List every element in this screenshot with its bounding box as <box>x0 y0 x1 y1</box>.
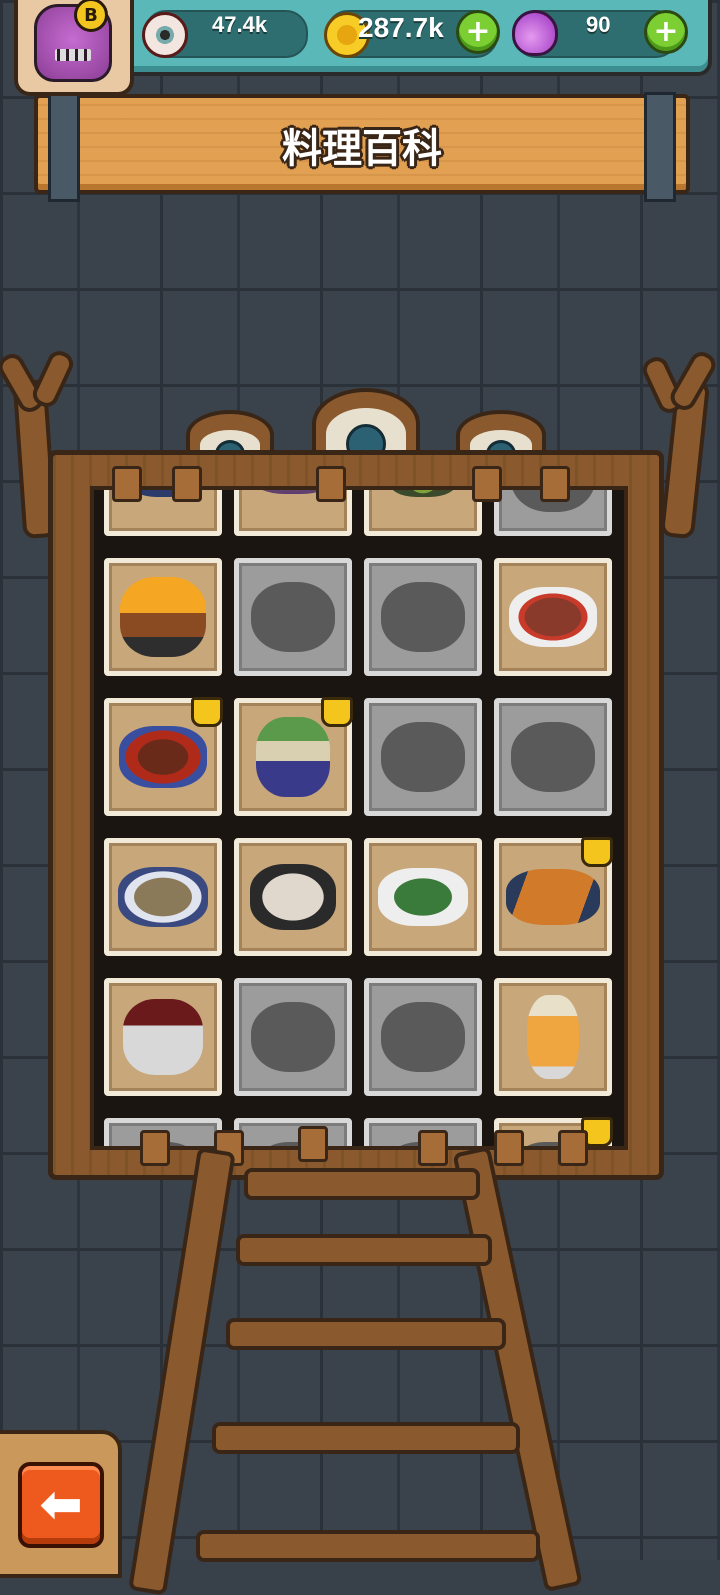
locked-recipe-slot[interactable] <box>364 558 482 676</box>
coin-count: 287.7k <box>358 12 444 43</box>
locked-recipe-slot[interactable] <box>234 558 352 676</box>
herb-soup-icon <box>256 717 330 797</box>
back-arrow-icon: ⬅ <box>39 1475 83 1535</box>
recipe-slot[interactable] <box>364 490 482 536</box>
eyeball-counter: 47.4k <box>142 10 308 58</box>
locked-dish-silhouette <box>511 722 595 792</box>
ladder-rung <box>244 1168 480 1200</box>
player-avatar-frame[interactable]: B <box>14 0 134 96</box>
locked-recipe-slot[interactable] <box>364 698 482 816</box>
recipe-slot[interactable] <box>104 697 223 816</box>
salad-dish-icon <box>388 490 458 497</box>
recipe-slot[interactable] <box>234 697 353 816</box>
title-banner: 料理百科 <box>34 92 690 202</box>
spicy-plate-icon <box>509 587 597 647</box>
ladder-rung <box>196 1530 540 1562</box>
locked-recipe-slot[interactable] <box>234 1118 352 1146</box>
frame-tooth <box>140 1130 170 1166</box>
page-title: 料理百科 <box>282 126 442 172</box>
fruit-drink-icon <box>527 995 579 1079</box>
frame-tooth <box>494 1130 524 1166</box>
frame-tooth <box>112 466 142 502</box>
recipe-slot[interactable] <box>104 558 222 676</box>
locked-dish-silhouette <box>251 582 335 652</box>
frame-tooth <box>472 466 502 502</box>
frame-tooth <box>418 1130 448 1166</box>
locked-dish-silhouette <box>381 1002 465 1072</box>
locked-dish-silhouette <box>251 1002 335 1072</box>
porridge-bowl-icon <box>250 864 336 930</box>
recipe-grid <box>104 490 613 1146</box>
avatar-teeth <box>51 45 95 65</box>
recipe-slot[interactable] <box>494 558 612 676</box>
recipe-slot[interactable] <box>104 838 222 956</box>
back-button[interactable]: ⬅ <box>18 1462 104 1548</box>
green-salad-icon <box>378 868 468 926</box>
recipe-slot[interactable] <box>494 978 612 1096</box>
add-potions-button[interactable]: + <box>644 10 688 54</box>
eyeball-icon <box>142 12 188 58</box>
back-button-panel: ⬅ <box>0 1430 122 1578</box>
locked-recipe-slot[interactable] <box>494 698 612 816</box>
fish-plate-icon <box>118 867 208 927</box>
locked-recipe-slot[interactable] <box>364 978 482 1096</box>
crown-icon <box>581 837 613 867</box>
locked-recipe-slot[interactable] <box>234 978 352 1096</box>
flaming-roast-icon <box>120 577 206 657</box>
potion-count: 90 <box>586 12 611 37</box>
crown-icon <box>191 697 223 727</box>
grilled-skewers-icon <box>506 869 600 925</box>
locked-dish-silhouette <box>381 582 465 652</box>
frame-tooth <box>558 1130 588 1166</box>
locked-dish-silhouette <box>381 722 465 792</box>
braised-meat-icon <box>119 726 207 788</box>
recipe-scroll-area[interactable] <box>90 486 628 1150</box>
recipe-slot[interactable] <box>364 838 482 956</box>
frame-tooth <box>298 1126 328 1162</box>
add-coins-button[interactable]: + <box>456 10 500 54</box>
ladder-rung <box>226 1318 506 1350</box>
recipe-slot[interactable] <box>234 838 352 956</box>
eyeball-count: 47.4k <box>212 12 268 37</box>
recipe-slot[interactable] <box>494 837 613 956</box>
chili-bowl-icon <box>123 999 203 1075</box>
frame-tooth <box>172 466 202 502</box>
recipe-slot[interactable] <box>104 978 222 1096</box>
frame-tooth <box>540 466 570 502</box>
ladder-rung <box>236 1234 492 1266</box>
potion-icon <box>512 10 558 56</box>
ladder-rung <box>212 1422 520 1454</box>
frame-tooth <box>316 466 346 502</box>
crown-icon <box>321 697 353 727</box>
resource-bar: 47.4k 287.7k + 90 + <box>100 0 712 76</box>
